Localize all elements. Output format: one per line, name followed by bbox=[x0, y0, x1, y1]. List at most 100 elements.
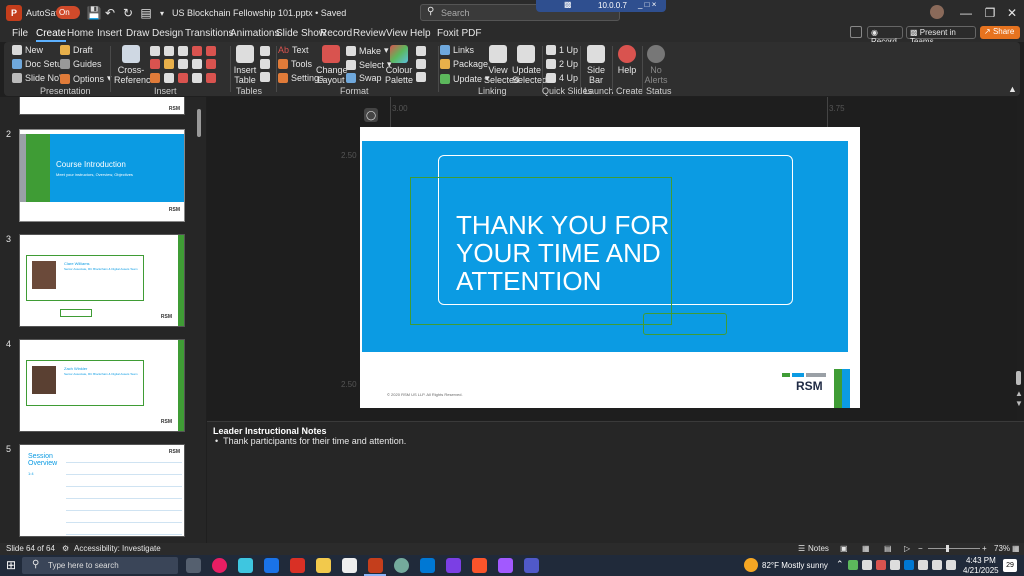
gmail-icon[interactable] bbox=[290, 558, 305, 573]
slide-thumbnail[interactable]: Session Overview 1:4 RSM bbox=[19, 444, 185, 537]
remote-session-bar[interactable]: ▩ 10.0.0.7 _ □ × bbox=[536, 0, 666, 12]
tab-design[interactable]: Design bbox=[152, 28, 183, 39]
update-button[interactable]: Update ▾ bbox=[440, 73, 490, 84]
align-icon[interactable] bbox=[416, 46, 426, 56]
slide-editor-canvas[interactable]: 3.00 3.75 2.50 2.50 ◯ THANK YOU FOR YOUR… bbox=[207, 97, 1023, 420]
marker-icon[interactable] bbox=[206, 46, 216, 56]
no-alerts-button[interactable]: No Alerts bbox=[644, 45, 668, 85]
tray-icon[interactable] bbox=[876, 560, 886, 570]
tab-draw[interactable]: Draw bbox=[126, 28, 149, 39]
zoom-level[interactable]: 73% bbox=[994, 544, 1010, 553]
slide-nos-button[interactable]: Slide No's bbox=[12, 73, 65, 83]
save-icon[interactable]: 💾 bbox=[86, 5, 102, 21]
slideshow-view-icon[interactable]: ▷ bbox=[904, 544, 910, 553]
notes-toggle[interactable]: Notes bbox=[808, 544, 829, 553]
guides-button[interactable]: Guides bbox=[60, 59, 102, 69]
view-selected-button[interactable]: View Selected bbox=[484, 45, 519, 85]
slide-thumbnail[interactable]: Zach Winkler Senior Associate, RC Blockc… bbox=[19, 339, 185, 432]
brave-icon[interactable] bbox=[472, 558, 487, 573]
designer-icon[interactable]: ◯ bbox=[364, 108, 378, 122]
notification-badge[interactable]: 29 bbox=[1003, 559, 1017, 572]
tray-icon[interactable] bbox=[918, 560, 928, 570]
zoom-out-icon[interactable]: − bbox=[918, 544, 923, 553]
app-icon[interactable] bbox=[238, 558, 253, 573]
share-button[interactable]: ↗ Share bbox=[980, 26, 1020, 39]
shape-icon[interactable] bbox=[178, 46, 188, 56]
prev-slide-icon[interactable]: ▲ bbox=[1015, 389, 1023, 398]
tab-create[interactable]: Create bbox=[36, 28, 67, 42]
tray-icon[interactable] bbox=[848, 560, 858, 570]
target-icon[interactable] bbox=[150, 59, 160, 70]
home-icon[interactable] bbox=[206, 72, 216, 83]
bulb-icon[interactable] bbox=[164, 72, 174, 83]
fit-slide-icon[interactable]: ▦ bbox=[1012, 544, 1020, 553]
next-slide-icon[interactable]: ▼ bbox=[1015, 399, 1023, 408]
minimize-icon[interactable]: — bbox=[958, 5, 974, 21]
tab-home[interactable]: Home bbox=[67, 28, 94, 39]
normal-view-icon[interactable]: ▣ bbox=[840, 544, 848, 553]
format-tools[interactable] bbox=[416, 46, 436, 84]
tab-record[interactable]: Record bbox=[320, 28, 352, 39]
speaker-notes[interactable]: Leader Instructional Notes • Thank parti… bbox=[207, 421, 1024, 543]
tab-transitions[interactable]: Transitions bbox=[185, 28, 234, 39]
close-icon[interactable]: ✕ bbox=[1004, 5, 1020, 21]
tray-icon[interactable] bbox=[890, 560, 900, 570]
autosave-toggle[interactable]: On bbox=[56, 6, 80, 19]
table-col-icon[interactable] bbox=[260, 59, 270, 69]
pin-icon[interactable] bbox=[192, 46, 202, 56]
vertical-scrollbar[interactable] bbox=[1016, 371, 1021, 385]
distribute-icon[interactable] bbox=[416, 59, 426, 69]
calendar-icon[interactable] bbox=[264, 558, 279, 573]
wifi-icon[interactable] bbox=[932, 560, 942, 570]
slide-thumbnail[interactable]: RSM bbox=[19, 97, 185, 115]
accessibility-status[interactable]: Accessibility: Investigate bbox=[74, 544, 161, 553]
size-icon[interactable] bbox=[416, 72, 426, 82]
chatgpt-icon[interactable] bbox=[394, 558, 409, 573]
draft-button[interactable]: Draft bbox=[60, 45, 93, 55]
task-view-icon[interactable] bbox=[186, 558, 201, 573]
weather-text[interactable]: 82°F Mostly sunny bbox=[762, 561, 828, 570]
swap-button[interactable]: Swap bbox=[346, 73, 382, 83]
zoom-slider[interactable] bbox=[928, 548, 980, 549]
clock-time[interactable]: 4:43 PM bbox=[966, 556, 996, 565]
letter-a-icon[interactable] bbox=[206, 59, 216, 70]
slide-thumbnail[interactable]: Clare Williams Senior Associate, RC Bloc… bbox=[19, 234, 185, 327]
table-tools[interactable] bbox=[260, 46, 270, 84]
app-icon[interactable] bbox=[446, 558, 461, 573]
table-row-icon[interactable] bbox=[260, 46, 270, 56]
slide-thumbnail[interactable]: Course Introduction Meet your instructor… bbox=[19, 129, 185, 222]
weather-icon[interactable] bbox=[744, 558, 758, 572]
links-button[interactable]: Links bbox=[440, 45, 474, 55]
teams-icon[interactable] bbox=[524, 558, 539, 573]
help-button[interactable]: Help bbox=[614, 45, 640, 75]
system-tray[interactable] bbox=[848, 560, 960, 571]
doc-setup-button[interactable]: Doc Setup bbox=[12, 59, 67, 69]
volume-icon[interactable] bbox=[946, 560, 956, 570]
quick-access-icon[interactable]: ▤ bbox=[138, 5, 154, 21]
colour-palette-button[interactable]: Colour Palette bbox=[384, 45, 414, 85]
notion-icon[interactable] bbox=[342, 558, 357, 573]
tab-help[interactable]: Help bbox=[410, 28, 431, 39]
zoom-slider-thumb[interactable] bbox=[946, 545, 949, 552]
file-explorer-icon[interactable] bbox=[316, 558, 331, 573]
2-up-button[interactable]: 2 Up bbox=[546, 59, 578, 69]
options-button[interactable]: Options▾ bbox=[60, 73, 112, 84]
slide[interactable]: THANK YOU FOR YOUR TIME AND ATTENTION © … bbox=[360, 127, 860, 408]
reading-view-icon[interactable]: ▤ bbox=[884, 544, 892, 553]
text-button[interactable]: Ab Text bbox=[278, 45, 309, 55]
insert-table-button[interactable]: Insert Table bbox=[232, 45, 258, 85]
undo-icon[interactable]: ↶ bbox=[102, 5, 118, 21]
avatar[interactable] bbox=[930, 5, 944, 19]
app-icon[interactable] bbox=[498, 558, 513, 573]
customize-qat-icon[interactable]: ▾ bbox=[154, 5, 170, 21]
tray-chevron-icon[interactable]: ⌃ bbox=[836, 559, 844, 570]
1-up-button[interactable]: 1 Up bbox=[546, 45, 578, 55]
outlook-icon[interactable] bbox=[420, 558, 435, 573]
cross-reference-button[interactable]: Cross- Reference bbox=[114, 45, 156, 85]
present-in-teams-button[interactable]: ▩ Present in Teams bbox=[906, 26, 976, 46]
table-style-icon[interactable] bbox=[260, 72, 270, 82]
heart-icon[interactable] bbox=[178, 72, 188, 83]
tab-insert[interactable]: Insert bbox=[97, 28, 122, 39]
powerpoint-taskbar-icon[interactable] bbox=[368, 558, 383, 573]
tab-view[interactable]: View bbox=[386, 28, 408, 39]
